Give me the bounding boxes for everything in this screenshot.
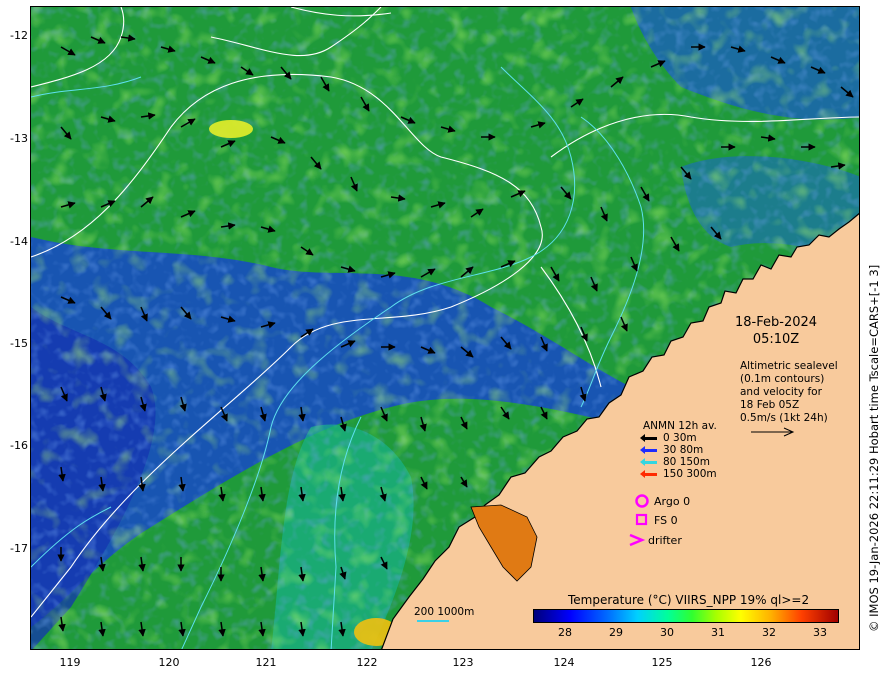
chevron-icon bbox=[629, 533, 646, 547]
fs-legend: FS 0 bbox=[634, 512, 678, 528]
altimetry-line: and velocity for bbox=[740, 386, 822, 398]
legend-entry: 30 80m bbox=[640, 444, 717, 456]
colorbar bbox=[533, 609, 839, 623]
arrow-icon bbox=[640, 445, 657, 454]
legend-entry: 0 30m bbox=[640, 432, 717, 444]
isobath-scale-line bbox=[417, 620, 449, 622]
time-text: 05:10Z bbox=[752, 332, 800, 347]
argo-label: Argo 0 bbox=[654, 494, 691, 508]
credit-text: © IMOS 19-Jan-2026 22:11:29 Hobart time … bbox=[867, 264, 880, 632]
drifter-label: drifter bbox=[648, 533, 682, 547]
fs-label: FS 0 bbox=[654, 513, 678, 527]
lon-tick: 122 bbox=[356, 656, 378, 669]
date-annotation: 18-Feb-2024 05:10Z bbox=[735, 314, 817, 348]
legend-label: 0 30m bbox=[663, 432, 697, 444]
lon-tick: 120 bbox=[158, 656, 180, 669]
lon-tick: 119 bbox=[59, 656, 81, 669]
lat-tick: -15 bbox=[10, 337, 28, 350]
lon-tick: 124 bbox=[553, 656, 575, 669]
altimetry-annotation: Altimetric sealevel (0.1m contours) and … bbox=[740, 360, 838, 425]
altimetry-line: 0.5m/s (1kt 24h) bbox=[740, 412, 828, 424]
lat-tick: -12 bbox=[10, 29, 28, 42]
lon-tick: 125 bbox=[651, 656, 673, 669]
lat-tick: -13 bbox=[10, 132, 28, 145]
legend-label: 30 80m bbox=[663, 444, 704, 456]
lon-tick: 121 bbox=[255, 656, 277, 669]
colorbar-tick: 32 bbox=[762, 626, 776, 639]
circle-icon bbox=[635, 494, 649, 508]
sst-warm-spot bbox=[209, 120, 253, 138]
colorbar-tick: 30 bbox=[660, 626, 674, 639]
legend-label: 80 150m bbox=[663, 456, 710, 468]
colorbar-title: Temperature (°C) VIIRS_NPP 19% ql>=2 bbox=[568, 593, 810, 607]
lat-tick: -16 bbox=[10, 439, 28, 452]
argo-legend: Argo 0 bbox=[634, 493, 690, 509]
arrow-icon bbox=[640, 469, 657, 478]
colorbar-tick: 29 bbox=[609, 626, 623, 639]
legend-title: ANMN 12h av. bbox=[643, 420, 717, 432]
arrow-icon bbox=[640, 457, 657, 466]
altimetry-line: (0.1m contours) bbox=[740, 373, 825, 385]
lon-tick: 126 bbox=[750, 656, 772, 669]
isobath-scale-label: 200 1000m bbox=[414, 606, 475, 618]
colorbar-tick: 28 bbox=[558, 626, 572, 639]
mooring-legend: ANMN 12h av. 0 30m 30 80m 80 150m 150 30… bbox=[640, 420, 717, 480]
colorbar-tick: 33 bbox=[813, 626, 827, 639]
velocity-scale-arrow bbox=[751, 427, 795, 437]
square-icon bbox=[635, 513, 648, 526]
lat-tick: -17 bbox=[10, 542, 28, 555]
date-text: 18-Feb-2024 bbox=[735, 315, 818, 330]
legend-entry: 150 300m bbox=[640, 468, 717, 480]
drifter-legend: drifter bbox=[628, 532, 682, 548]
legend-label: 150 300m bbox=[663, 468, 717, 480]
lat-tick: -14 bbox=[10, 235, 28, 248]
lon-tick: 123 bbox=[452, 656, 474, 669]
arrow-icon bbox=[640, 433, 657, 442]
altimetry-line: 18 Feb 05Z bbox=[740, 399, 800, 411]
legend-entry: 80 150m bbox=[640, 456, 717, 468]
altimetry-line: Altimetric sealevel bbox=[740, 360, 838, 372]
colorbar-tick: 31 bbox=[711, 626, 725, 639]
